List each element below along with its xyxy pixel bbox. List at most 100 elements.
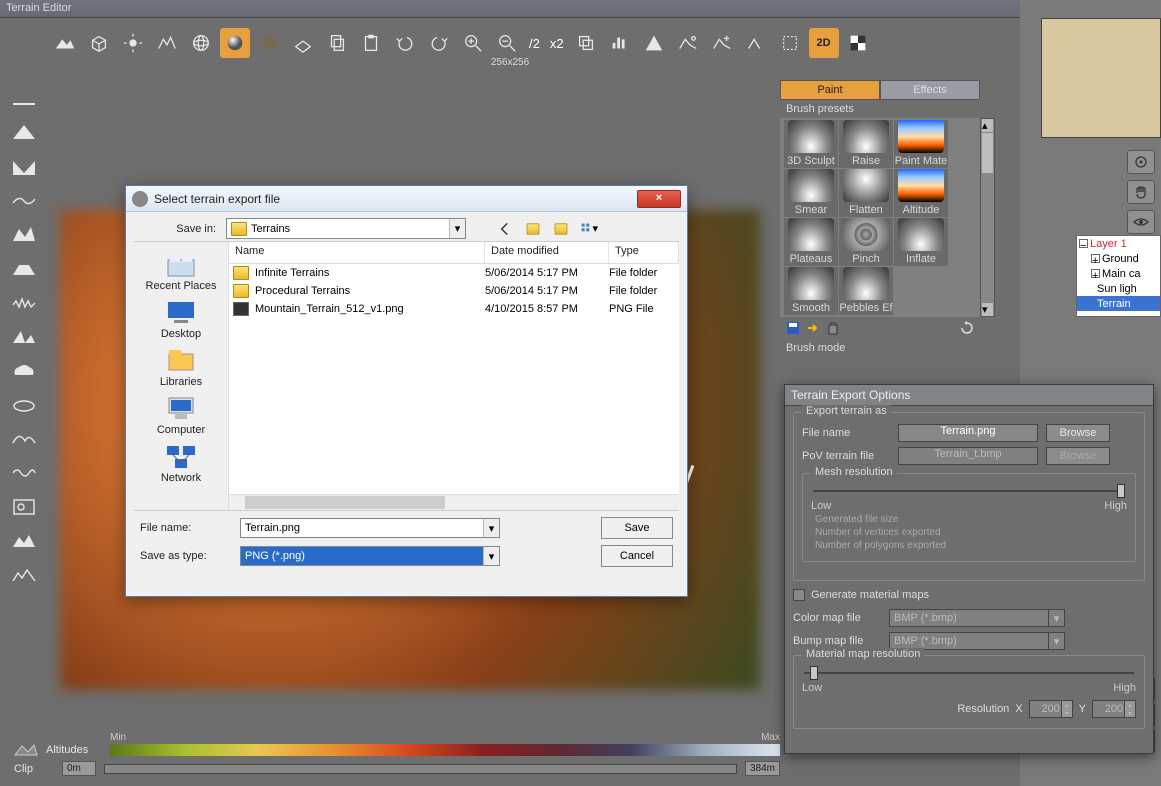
lt-noise-icon[interactable] bbox=[8, 288, 40, 316]
res-y-input[interactable]: 200▴▾ bbox=[1092, 700, 1136, 718]
mat-res-slider[interactable] bbox=[804, 666, 1134, 680]
clip-low[interactable]: 0m bbox=[62, 761, 96, 776]
tool-terrain-icon[interactable] bbox=[50, 28, 80, 58]
tool-x2-button[interactable]: x2 bbox=[547, 28, 567, 58]
lt-mountains2-icon[interactable] bbox=[8, 560, 40, 588]
tool-gamma-icon[interactable] bbox=[639, 28, 669, 58]
col-name[interactable]: Name bbox=[229, 242, 485, 263]
clip-high[interactable]: 384m bbox=[745, 761, 780, 776]
brush-altitude[interactable]: Altitude bbox=[894, 169, 948, 217]
cancel-button[interactable]: Cancel bbox=[601, 545, 673, 567]
preview-3d[interactable] bbox=[1041, 18, 1161, 138]
brush-scrollbar[interactable]: ▴ ▾ bbox=[980, 118, 995, 317]
tool-fx-icon[interactable] bbox=[673, 28, 703, 58]
tool-zoomin-icon[interactable] bbox=[458, 28, 488, 58]
chevron-down-icon[interactable]: ▾ bbox=[483, 547, 499, 565]
brush-smear[interactable]: Smear bbox=[784, 169, 838, 217]
layer-camera[interactable]: Main ca bbox=[1102, 268, 1141, 280]
layer-root[interactable]: Layer 1 bbox=[1090, 238, 1127, 250]
save-button[interactable]: Save bbox=[601, 517, 673, 539]
tool-2d-button[interactable]: 2D bbox=[809, 28, 839, 58]
brush-plateaus[interactable]: Plateaus bbox=[784, 218, 838, 266]
save-in-combo[interactable]: Terrains ▾ bbox=[226, 218, 466, 239]
preset-save-icon[interactable] bbox=[786, 321, 800, 335]
altitudes-gradient[interactable]: Min Max bbox=[110, 744, 780, 756]
tool-fxplus-icon[interactable] bbox=[707, 28, 737, 58]
nav-back-icon[interactable] bbox=[496, 220, 514, 238]
view-menu-icon[interactable]: ▾ bbox=[580, 220, 598, 238]
file-list[interactable]: Infinite Terrains 5/06/2014 5:17 PM File… bbox=[229, 264, 679, 494]
layer-terrain[interactable]: Terrain bbox=[1097, 298, 1131, 310]
lt-flat-icon[interactable] bbox=[8, 84, 40, 112]
layer-sun[interactable]: Sun ligh bbox=[1097, 283, 1137, 295]
tool-sun-icon[interactable] bbox=[118, 28, 148, 58]
save-as-type-combo[interactable]: PNG (*.png) ▾ bbox=[240, 546, 500, 566]
tool-copy-icon[interactable] bbox=[322, 28, 352, 58]
brush-3d-sculpt[interactable]: 3D Sculpt bbox=[784, 120, 838, 168]
tool-cube-icon[interactable] bbox=[84, 28, 114, 58]
tool-peaks-icon[interactable] bbox=[152, 28, 182, 58]
tool-brush-icon[interactable] bbox=[741, 28, 771, 58]
tool-undo-icon[interactable] bbox=[390, 28, 420, 58]
lt-erosion-icon[interactable] bbox=[8, 424, 40, 452]
export-filename-input[interactable]: Terrain.png bbox=[898, 424, 1038, 442]
tool-redo-icon[interactable] bbox=[424, 28, 454, 58]
lt-smooth-icon[interactable] bbox=[8, 186, 40, 214]
place-computer[interactable]: Computer bbox=[157, 392, 205, 438]
mesh-res-slider[interactable] bbox=[813, 484, 1125, 498]
file-name-input[interactable]: Terrain.png ▾ bbox=[240, 518, 500, 538]
tool-crop-icon[interactable] bbox=[571, 28, 601, 58]
preview-hand-icon[interactable] bbox=[1127, 180, 1155, 204]
tab-effects[interactable]: Effects bbox=[880, 80, 980, 100]
lt-photo-icon[interactable] bbox=[8, 492, 40, 520]
lt-ridge-icon[interactable] bbox=[8, 220, 40, 248]
preview-target-icon[interactable] bbox=[1127, 150, 1155, 174]
new-folder-icon[interactable] bbox=[552, 220, 570, 238]
file-list-hscroll[interactable] bbox=[229, 494, 679, 510]
tool-select-icon[interactable] bbox=[775, 28, 805, 58]
export-title[interactable]: Terrain Export Options bbox=[785, 385, 1153, 406]
preset-delete-icon[interactable] bbox=[826, 321, 840, 335]
preset-reset-icon[interactable] bbox=[960, 321, 974, 335]
brush-raise[interactable]: Raise bbox=[839, 120, 893, 168]
layer-tree[interactable]: −Layer 1 +Ground +Main ca Sun ligh Terra… bbox=[1076, 235, 1161, 317]
tool-zoomout-icon[interactable] bbox=[492, 28, 522, 58]
place-network[interactable]: Network bbox=[161, 440, 201, 486]
tool-globe-icon[interactable] bbox=[186, 28, 216, 58]
file-row[interactable]: Procedural Terrains 5/06/2014 5:17 PM Fi… bbox=[229, 282, 679, 300]
tool-half-button[interactable]: /2 bbox=[526, 28, 543, 58]
res-x-input[interactable]: 200▴▾ bbox=[1029, 700, 1073, 718]
preset-export-icon[interactable] bbox=[806, 321, 820, 335]
lt-mesa-icon[interactable] bbox=[8, 254, 40, 282]
gen-material-maps-check[interactable]: Generate material maps bbox=[793, 589, 1145, 601]
chevron-down-icon[interactable]: ▾ bbox=[449, 219, 465, 238]
layer-ground[interactable]: Ground bbox=[1102, 253, 1139, 265]
lt-crater-icon[interactable] bbox=[8, 390, 40, 418]
tab-paint[interactable]: Paint bbox=[780, 80, 880, 100]
file-dialog-close-icon[interactable]: × bbox=[637, 190, 681, 208]
tool-sphere-icon[interactable] bbox=[220, 28, 250, 58]
tool-hist-icon[interactable] bbox=[605, 28, 635, 58]
place-recent[interactable]: Recent Places bbox=[146, 248, 217, 294]
tool-plane-icon[interactable] bbox=[288, 28, 318, 58]
place-desktop[interactable]: Desktop bbox=[161, 296, 201, 342]
lt-peak-icon[interactable] bbox=[8, 118, 40, 146]
col-type[interactable]: Type bbox=[609, 242, 679, 263]
brush-paint-material[interactable]: Paint Mate bbox=[894, 120, 948, 168]
nav-up-icon[interactable] bbox=[524, 220, 542, 238]
brush-pinch[interactable]: Pinch bbox=[839, 218, 893, 266]
clip-slider[interactable] bbox=[104, 764, 737, 774]
preview-eye-icon[interactable] bbox=[1127, 210, 1155, 234]
place-libraries[interactable]: Libraries bbox=[160, 344, 202, 390]
tool-paste-icon[interactable] bbox=[356, 28, 386, 58]
lt-cliff-icon[interactable] bbox=[8, 322, 40, 350]
file-dialog-titlebar[interactable]: Select terrain export file × bbox=[126, 186, 687, 212]
tool-checker-icon[interactable] bbox=[843, 28, 873, 58]
file-row[interactable]: Mountain_Terrain_512_v1.png 4/10/2015 8:… bbox=[229, 300, 679, 318]
chevron-down-icon[interactable]: ▾ bbox=[483, 519, 499, 537]
file-list-header[interactable]: Name Date modified Type bbox=[229, 242, 679, 264]
browse-filename-button[interactable]: Browse bbox=[1046, 424, 1110, 442]
col-date[interactable]: Date modified bbox=[485, 242, 609, 263]
tool-sphere2-icon[interactable] bbox=[254, 28, 284, 58]
lt-mountains-icon[interactable] bbox=[8, 526, 40, 554]
